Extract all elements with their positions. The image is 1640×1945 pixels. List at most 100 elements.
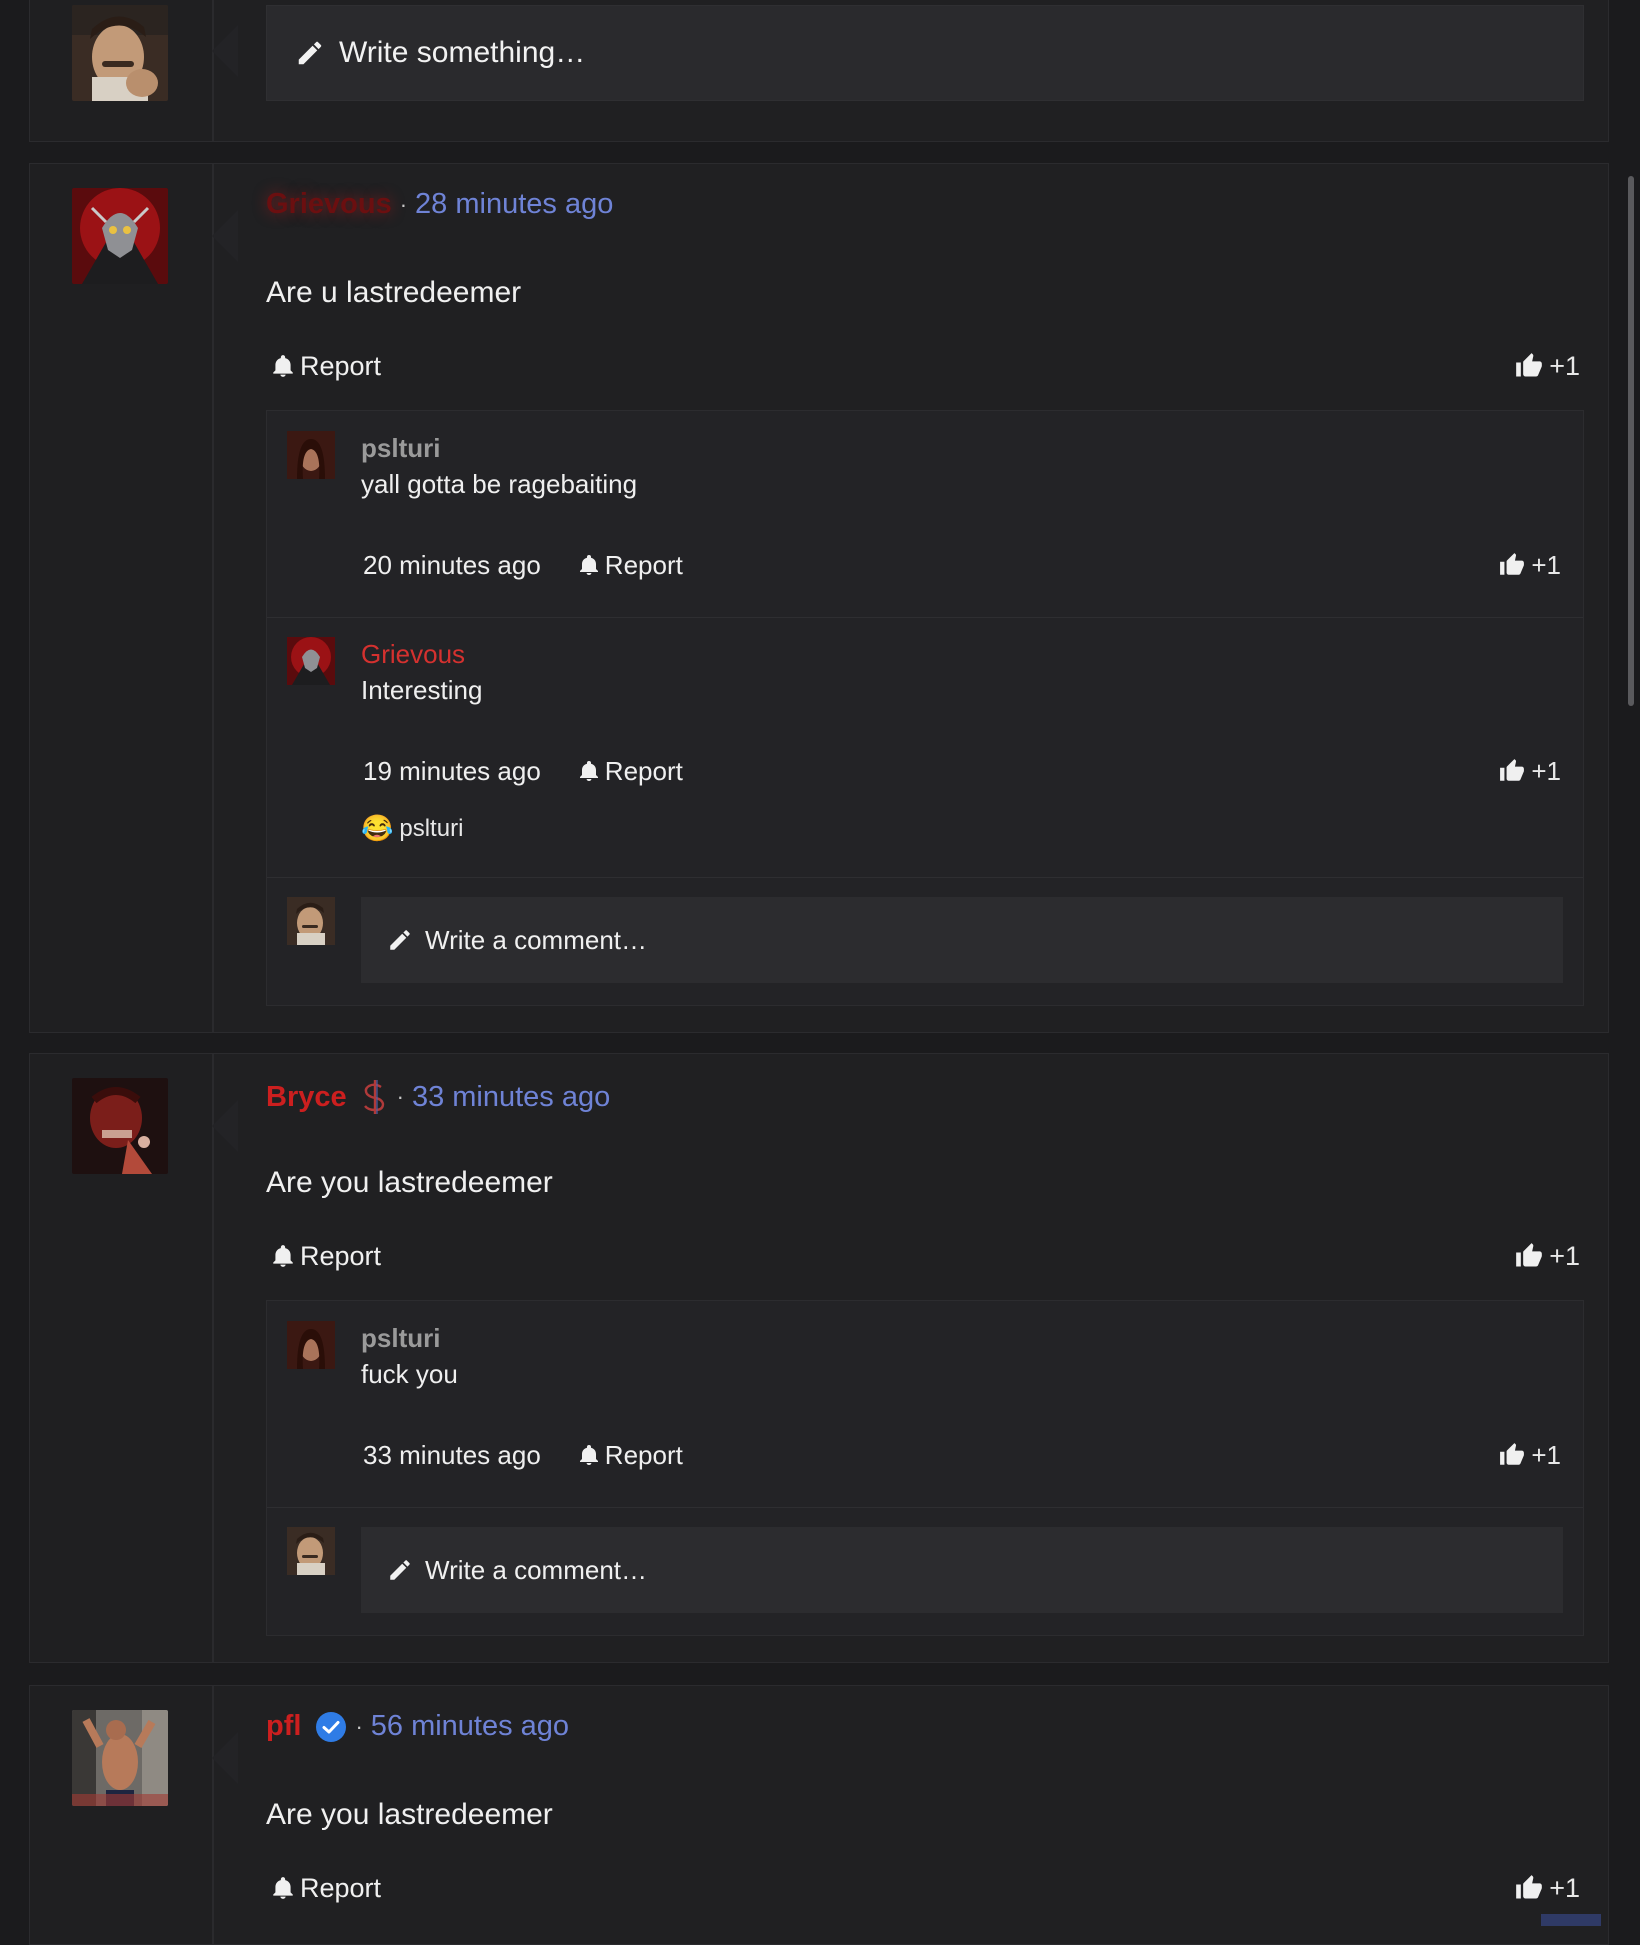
separator-dot: ·: [396, 1084, 404, 1109]
pencil-icon: [387, 927, 413, 953]
report-label: Report: [604, 549, 683, 580]
reply-item: pslturi yall gotta be ragebaiting 20 min…: [267, 411, 1583, 618]
page-scrollbar[interactable]: [1628, 176, 1634, 706]
composer-card: Write something…: [29, 0, 1609, 142]
write-something-placeholder: Write something…: [339, 36, 586, 69]
post-notch: [212, 210, 238, 262]
author-name[interactable]: Grievous: [266, 188, 392, 221]
post-card: Grievous · 28 minutes ago Are u lastrede…: [29, 163, 1609, 1033]
reply-timestamp[interactable]: 19 minutes ago: [363, 756, 541, 787]
reply-author[interactable]: pslturi: [361, 433, 440, 464]
pencil-icon: [387, 1557, 413, 1583]
bell-icon: [577, 759, 601, 783]
bell-icon: [270, 1243, 296, 1269]
reaction-user: pslturi: [399, 814, 464, 842]
reply-like-button[interactable]: +1: [1499, 1440, 1561, 1471]
post-timestamp[interactable]: 28 minutes ago: [415, 188, 613, 221]
post-card: pfl · 56 minutes ago Are you lastredeeme…: [29, 1685, 1609, 1945]
pencil-icon: [295, 38, 325, 68]
like-count: +1: [1531, 1439, 1561, 1470]
reply-like-button[interactable]: +1: [1499, 550, 1561, 581]
reply-text: fuck you: [361, 1359, 458, 1389]
report-label: Report: [604, 1439, 683, 1470]
reply-item: pslturi fuck you 33 minutes ago Report +…: [267, 1301, 1583, 1508]
reply-avatar[interactable]: [287, 1321, 335, 1369]
thumbs-up-icon: [1515, 1874, 1543, 1902]
reply-text: Interesting: [361, 675, 483, 705]
post-header: Grievous · 28 minutes ago: [266, 188, 613, 221]
reaction-item[interactable]: 😂 pslturi: [361, 813, 463, 844]
like-count: +1: [1549, 350, 1580, 381]
like-count: +1: [1531, 549, 1561, 580]
report-label: Report: [300, 350, 382, 381]
write-comment-input[interactable]: Write a comment…: [361, 1527, 1563, 1613]
reply-avatar[interactable]: [287, 637, 335, 685]
like-button[interactable]: +1: [1515, 351, 1580, 382]
reply-author[interactable]: Grievous: [361, 639, 465, 670]
post-notch: [212, 1100, 238, 1152]
dollar-badge-icon: [361, 1078, 389, 1116]
post-sidebar: [30, 164, 214, 1032]
current-user-avatar[interactable]: [287, 897, 335, 945]
author-name[interactable]: pfl: [266, 1710, 301, 1743]
replies-panel: pslturi yall gotta be ragebaiting 20 min…: [266, 410, 1584, 1006]
composer-notch: [212, 25, 238, 77]
write-comment-placeholder: Write a comment…: [425, 924, 648, 955]
report-button[interactable]: Report: [270, 1873, 381, 1904]
reply-item: Grievous Interesting 19 minutes ago Repo…: [267, 617, 1583, 878]
post-actions: Report +1: [270, 1868, 1580, 1908]
post-notch: [212, 1732, 238, 1784]
reply-report-button[interactable]: Report: [577, 550, 683, 581]
thumbs-up-icon: [1499, 758, 1525, 784]
report-label: Report: [604, 755, 683, 786]
bell-icon: [577, 1443, 601, 1467]
reply-like-button[interactable]: +1: [1499, 756, 1561, 787]
current-user-avatar[interactable]: [287, 1527, 335, 1575]
reply-meta: 33 minutes ago Report +1: [361, 1437, 1561, 1473]
reply-report-button[interactable]: Report: [577, 1440, 683, 1471]
reply-timestamp[interactable]: 33 minutes ago: [363, 1440, 541, 1471]
post-actions: Report +1: [270, 346, 1580, 386]
scroll-to-top-button[interactable]: [1541, 1914, 1601, 1926]
like-button[interactable]: +1: [1515, 1873, 1580, 1904]
post-timestamp[interactable]: 33 minutes ago: [412, 1081, 610, 1114]
reply-avatar[interactable]: [287, 431, 335, 479]
thumbs-up-icon: [1515, 352, 1543, 380]
post-header: Bryce · 33 minutes ago: [266, 1078, 610, 1116]
thumbs-up-icon: [1499, 552, 1525, 578]
bell-icon: [270, 1875, 296, 1901]
like-count: +1: [1549, 1872, 1580, 1903]
write-something-input[interactable]: Write something…: [266, 5, 1584, 101]
reply-meta: 19 minutes ago Report +1: [361, 753, 1561, 789]
author-avatar[interactable]: [72, 1078, 168, 1174]
post-text: Are you lastredeemer: [266, 1798, 553, 1831]
post-text: Are u lastredeemer: [266, 276, 522, 309]
like-count: +1: [1549, 1240, 1580, 1271]
reply-meta: 20 minutes ago Report +1: [361, 547, 1561, 583]
reply-report-button[interactable]: Report: [577, 756, 683, 787]
like-button[interactable]: +1: [1515, 1241, 1580, 1272]
report-button[interactable]: Report: [270, 1241, 381, 1272]
bell-icon: [270, 353, 296, 379]
reply-composer: Write a comment…: [267, 877, 1583, 1005]
separator-dot: ·: [355, 1713, 363, 1739]
thumbs-up-icon: [1499, 1442, 1525, 1468]
post-header: pfl · 56 minutes ago: [266, 1710, 569, 1743]
reply-author[interactable]: pslturi: [361, 1323, 440, 1354]
reply-text: yall gotta be ragebaiting: [361, 469, 638, 499]
reply-timestamp[interactable]: 20 minutes ago: [363, 550, 541, 581]
post-actions: Report +1: [270, 1236, 1580, 1276]
write-comment-input[interactable]: Write a comment…: [361, 897, 1563, 983]
post-card: Bryce · 33 minutes ago Are you lastredee…: [29, 1053, 1609, 1663]
bell-icon: [577, 553, 601, 577]
write-comment-placeholder: Write a comment…: [425, 1554, 648, 1585]
post-timestamp[interactable]: 56 minutes ago: [371, 1710, 569, 1743]
laughing-emoji-icon: 😂: [361, 813, 394, 843]
author-avatar[interactable]: [72, 1710, 168, 1806]
reply-composer: Write a comment…: [267, 1507, 1583, 1635]
author-avatar[interactable]: [72, 188, 168, 284]
current-user-avatar[interactable]: [72, 5, 168, 101]
author-name[interactable]: Bryce: [266, 1081, 347, 1114]
report-button[interactable]: Report: [270, 351, 381, 382]
report-label: Report: [300, 1240, 382, 1271]
